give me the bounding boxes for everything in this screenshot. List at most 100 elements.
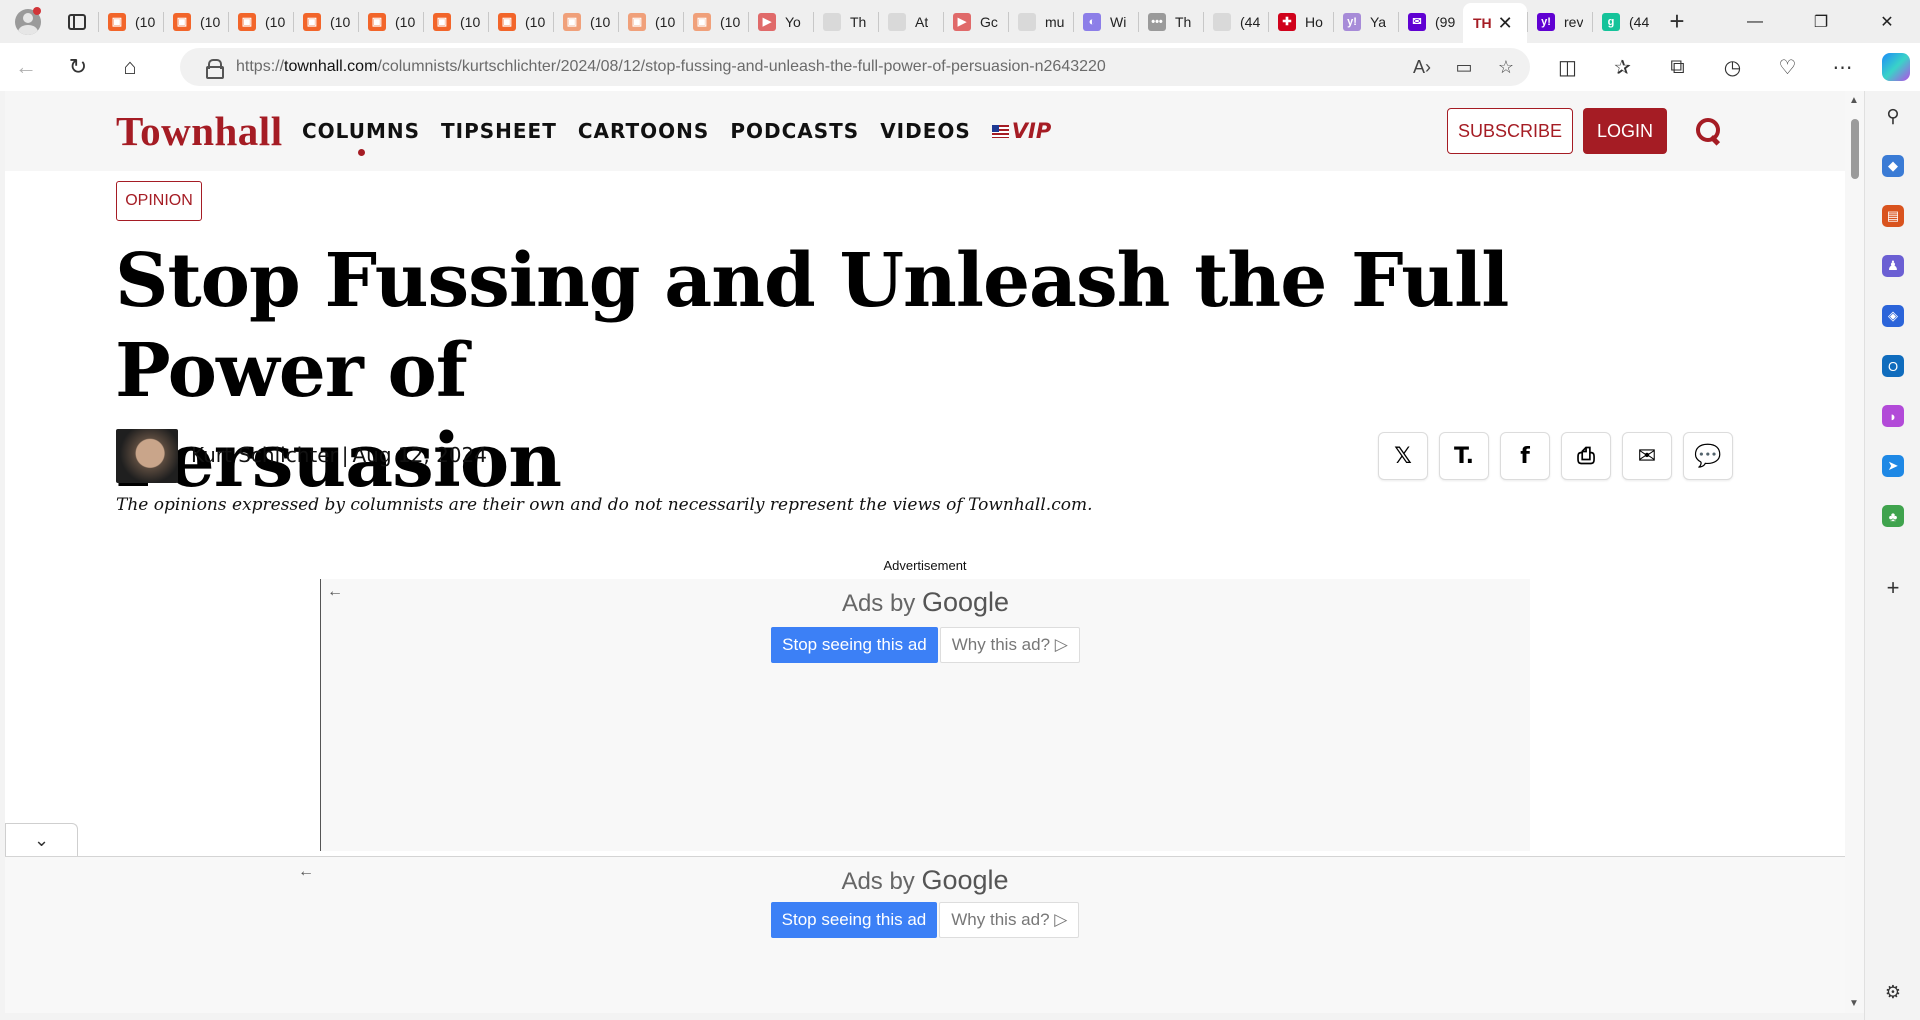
share-facebook-button[interactable]: f	[1500, 432, 1550, 480]
refresh-button[interactable]: ↻	[52, 43, 104, 91]
sidebar-tools-icon[interactable]: ▤	[1882, 205, 1904, 227]
tab[interactable]: ▣ (10	[228, 0, 293, 43]
close-window-button[interactable]: ✕	[1854, 0, 1920, 43]
tab[interactable]: y! Ya	[1333, 0, 1398, 43]
sidebar-designer-icon[interactable]: ◗	[1882, 405, 1904, 427]
tab[interactable]: y! rev	[1527, 0, 1592, 43]
tab[interactable]: ••• Th	[1138, 0, 1203, 43]
restore-button[interactable]: ❐	[1788, 0, 1854, 43]
tab-title: (10	[460, 13, 481, 30]
split-screen-icon[interactable]: ◫	[1540, 43, 1595, 91]
sidebar-send-icon[interactable]: ➤	[1882, 455, 1904, 477]
tab[interactable]: ▣ (10	[98, 0, 163, 43]
lock-icon[interactable]	[206, 59, 224, 79]
scrollbar-thumb[interactable]	[1851, 119, 1859, 179]
tab[interactable]: At	[878, 0, 943, 43]
address-bar[interactable]: https://townhall.com/columnists/kurtschl…	[180, 48, 1530, 86]
author-name[interactable]: Kurt Schlichter	[191, 443, 338, 467]
favorite-star-icon[interactable]: ☆	[1494, 57, 1518, 78]
nav-podcasts[interactable]: PODCASTS	[730, 119, 859, 143]
tab-actions-menu-button[interactable]	[56, 0, 98, 43]
url-text[interactable]: https://townhall.com/columnists/kurtschl…	[236, 58, 1106, 76]
tab[interactable]: ✉ (99	[1398, 0, 1463, 43]
tab-favicon-icon	[823, 12, 841, 31]
sidebar-shopping-icon[interactable]: ◆	[1882, 155, 1904, 177]
tab[interactable]: ▣ (10	[358, 0, 423, 43]
collapse-anchor-ad-button[interactable]: ⌄	[5, 823, 78, 857]
profile-button[interactable]	[0, 0, 56, 43]
tab[interactable]: ◐ Wi	[1073, 0, 1138, 43]
copilot-icon[interactable]	[1882, 53, 1910, 81]
subscribe-button[interactable]: SUBSCRIBE	[1447, 108, 1573, 154]
tab[interactable]: ▶ Gc	[943, 0, 1008, 43]
tab-active[interactable]: TH ✕	[1463, 3, 1527, 43]
author-avatar[interactable]	[116, 429, 178, 483]
tab[interactable]: ▣ (10	[683, 0, 748, 43]
tab[interactable]: ✚ Ho	[1268, 0, 1333, 43]
collections-icon[interactable]: ⧉	[1650, 43, 1705, 91]
scroll-down-icon[interactable]: ▼	[1849, 998, 1859, 1009]
tab[interactable]: ▣ (10	[618, 0, 683, 43]
tab-favicon-icon: ▣	[433, 12, 451, 31]
back-button[interactable]: ←	[0, 43, 52, 91]
tab-title: Ho	[1305, 13, 1323, 30]
tab[interactable]: ▣ (10	[163, 0, 228, 43]
tab-favicon-icon: ▶	[953, 12, 971, 31]
tab[interactable]: ▣ (10	[553, 0, 618, 43]
nav-cartoons[interactable]: CARTOONS	[578, 119, 709, 143]
login-button[interactable]: LOGIN	[1583, 108, 1667, 154]
scroll-up-icon[interactable]: ▲	[1849, 95, 1859, 106]
tab-favicon-icon: y!	[1343, 12, 1361, 31]
browser-essentials-icon[interactable]: ♡	[1760, 43, 1815, 91]
category-badge[interactable]: OPINION	[116, 181, 202, 221]
site-logo[interactable]: Townhall	[116, 107, 283, 155]
tab[interactable]: ▣ (10	[293, 0, 358, 43]
nav-tipsheet[interactable]: TIPSHEET	[441, 119, 557, 143]
tab-title: (10	[265, 13, 286, 30]
tab-title: (10	[655, 13, 676, 30]
immersive-reader-icon[interactable]: ▭	[1452, 57, 1476, 78]
tab-favicon-icon: ▣	[563, 12, 581, 31]
email-button[interactable]: ✉	[1622, 432, 1672, 480]
read-aloud-icon[interactable]: A›	[1410, 57, 1434, 78]
tab[interactable]: ▣ (10	[488, 0, 553, 43]
new-tab-button[interactable]: +	[1657, 0, 1697, 43]
why-this-ad-button[interactable]: Why this ad? ▷	[939, 627, 1080, 663]
minimize-button[interactable]: —	[1722, 0, 1788, 43]
edge-sidebar: ⚲ ◆ ▤ ♟ ◈ O ◗ ➤ ♣ + ⚙	[1864, 91, 1920, 1020]
nav-vip[interactable]: VIP	[991, 119, 1051, 143]
sidebar-tree-icon[interactable]: ♣	[1882, 505, 1904, 527]
page-scrollbar[interactable]: ▲ ▼	[1845, 91, 1864, 1013]
home-button[interactable]: ⌂	[104, 43, 156, 91]
tab[interactable]: ▶ Yo	[748, 0, 813, 43]
sidebar-settings-icon[interactable]: ⚙	[1882, 981, 1904, 1003]
settings-more-icon[interactable]: ⋯	[1815, 43, 1870, 91]
tab-close-icon[interactable]: ✕	[1498, 13, 1513, 34]
anchor-why-this-ad-button[interactable]: Why this ad? ▷	[939, 902, 1080, 938]
favorites-icon[interactable]: ✰	[1595, 43, 1650, 91]
tab[interactable]: ▣ (10	[423, 0, 488, 43]
anchor-ads-by-google: Ads by Google	[841, 865, 1009, 895]
tab[interactable]: (44	[1203, 0, 1268, 43]
nav-columns[interactable]: COLUMNS	[302, 119, 420, 156]
nav-videos[interactable]: VIDEOS	[880, 119, 971, 143]
search-icon[interactable]	[1693, 115, 1725, 147]
sidebar-outlook-icon[interactable]: O	[1882, 355, 1904, 377]
comments-button[interactable]: 💬	[1683, 432, 1733, 480]
sidebar-microsoft365-icon[interactable]: ◈	[1882, 305, 1904, 327]
history-icon[interactable]: ◷	[1705, 43, 1760, 91]
anchor-stop-seeing-ad-button[interactable]: Stop seeing this ad	[770, 902, 938, 938]
share-townhall-button[interactable]: T.	[1439, 432, 1489, 480]
tab[interactable]: Th	[813, 0, 878, 43]
tab[interactable]: mu	[1008, 0, 1073, 43]
tab[interactable]: g (44	[1592, 0, 1657, 43]
print-button[interactable]: ⎙	[1561, 432, 1611, 480]
stop-seeing-ad-button[interactable]: Stop seeing this ad	[771, 627, 938, 663]
tab-title: Ya	[1370, 13, 1387, 30]
sidebar-add-icon[interactable]: +	[1882, 575, 1904, 600]
sidebar-search-icon[interactable]: ⚲	[1882, 105, 1904, 127]
sidebar-games-icon[interactable]: ♟	[1882, 255, 1904, 277]
tab-title: (10	[525, 13, 546, 30]
tab-favicon-icon: ▣	[303, 12, 321, 31]
share-x-button[interactable]: 𝕏	[1378, 432, 1428, 480]
